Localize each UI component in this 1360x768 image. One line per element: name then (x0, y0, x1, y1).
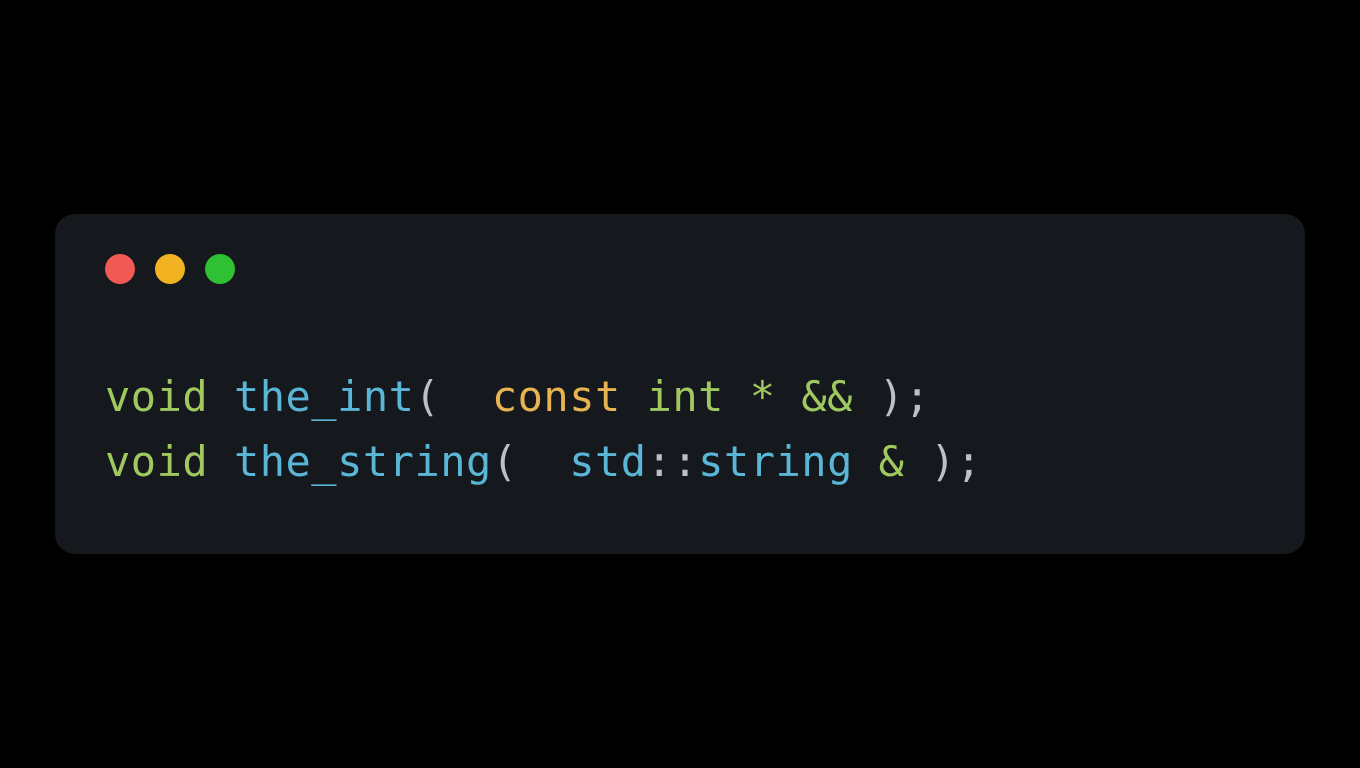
code-token: ( (414, 372, 440, 421)
code-window: void the_int( const int * && );void the_… (55, 214, 1305, 554)
code-line: void the_string( std::string & ); (105, 429, 1255, 494)
code-token: the_int (234, 372, 415, 421)
code-token: * (750, 372, 776, 421)
code-token: :: (647, 437, 699, 486)
code-token (518, 437, 570, 486)
code-token: std (569, 437, 646, 486)
maximize-icon[interactable] (205, 254, 235, 284)
code-token (724, 372, 750, 421)
code-token: && (801, 372, 853, 421)
code-token (621, 372, 647, 421)
code-token: void (105, 372, 208, 421)
close-icon[interactable] (105, 254, 135, 284)
code-token: const (492, 372, 621, 421)
code-token (440, 372, 492, 421)
code-token (208, 437, 234, 486)
code-token: ) (879, 372, 905, 421)
code-token: & (879, 437, 905, 486)
code-line: void the_int( const int * && ); (105, 364, 1255, 429)
code-token (776, 372, 802, 421)
code-token: string (698, 437, 853, 486)
code-token: void (105, 437, 208, 486)
code-token (853, 437, 879, 486)
code-token: ) (930, 437, 956, 486)
code-token (904, 437, 930, 486)
code-token: ; (956, 437, 982, 486)
code-token (853, 372, 879, 421)
window-titlebar (105, 254, 1255, 284)
code-token: int (647, 372, 724, 421)
minimize-icon[interactable] (155, 254, 185, 284)
code-token: ; (905, 372, 931, 421)
code-token: the_string (234, 437, 492, 486)
code-token (208, 372, 234, 421)
code-token: ( (492, 437, 518, 486)
code-block: void the_int( const int * && );void the_… (105, 364, 1255, 494)
